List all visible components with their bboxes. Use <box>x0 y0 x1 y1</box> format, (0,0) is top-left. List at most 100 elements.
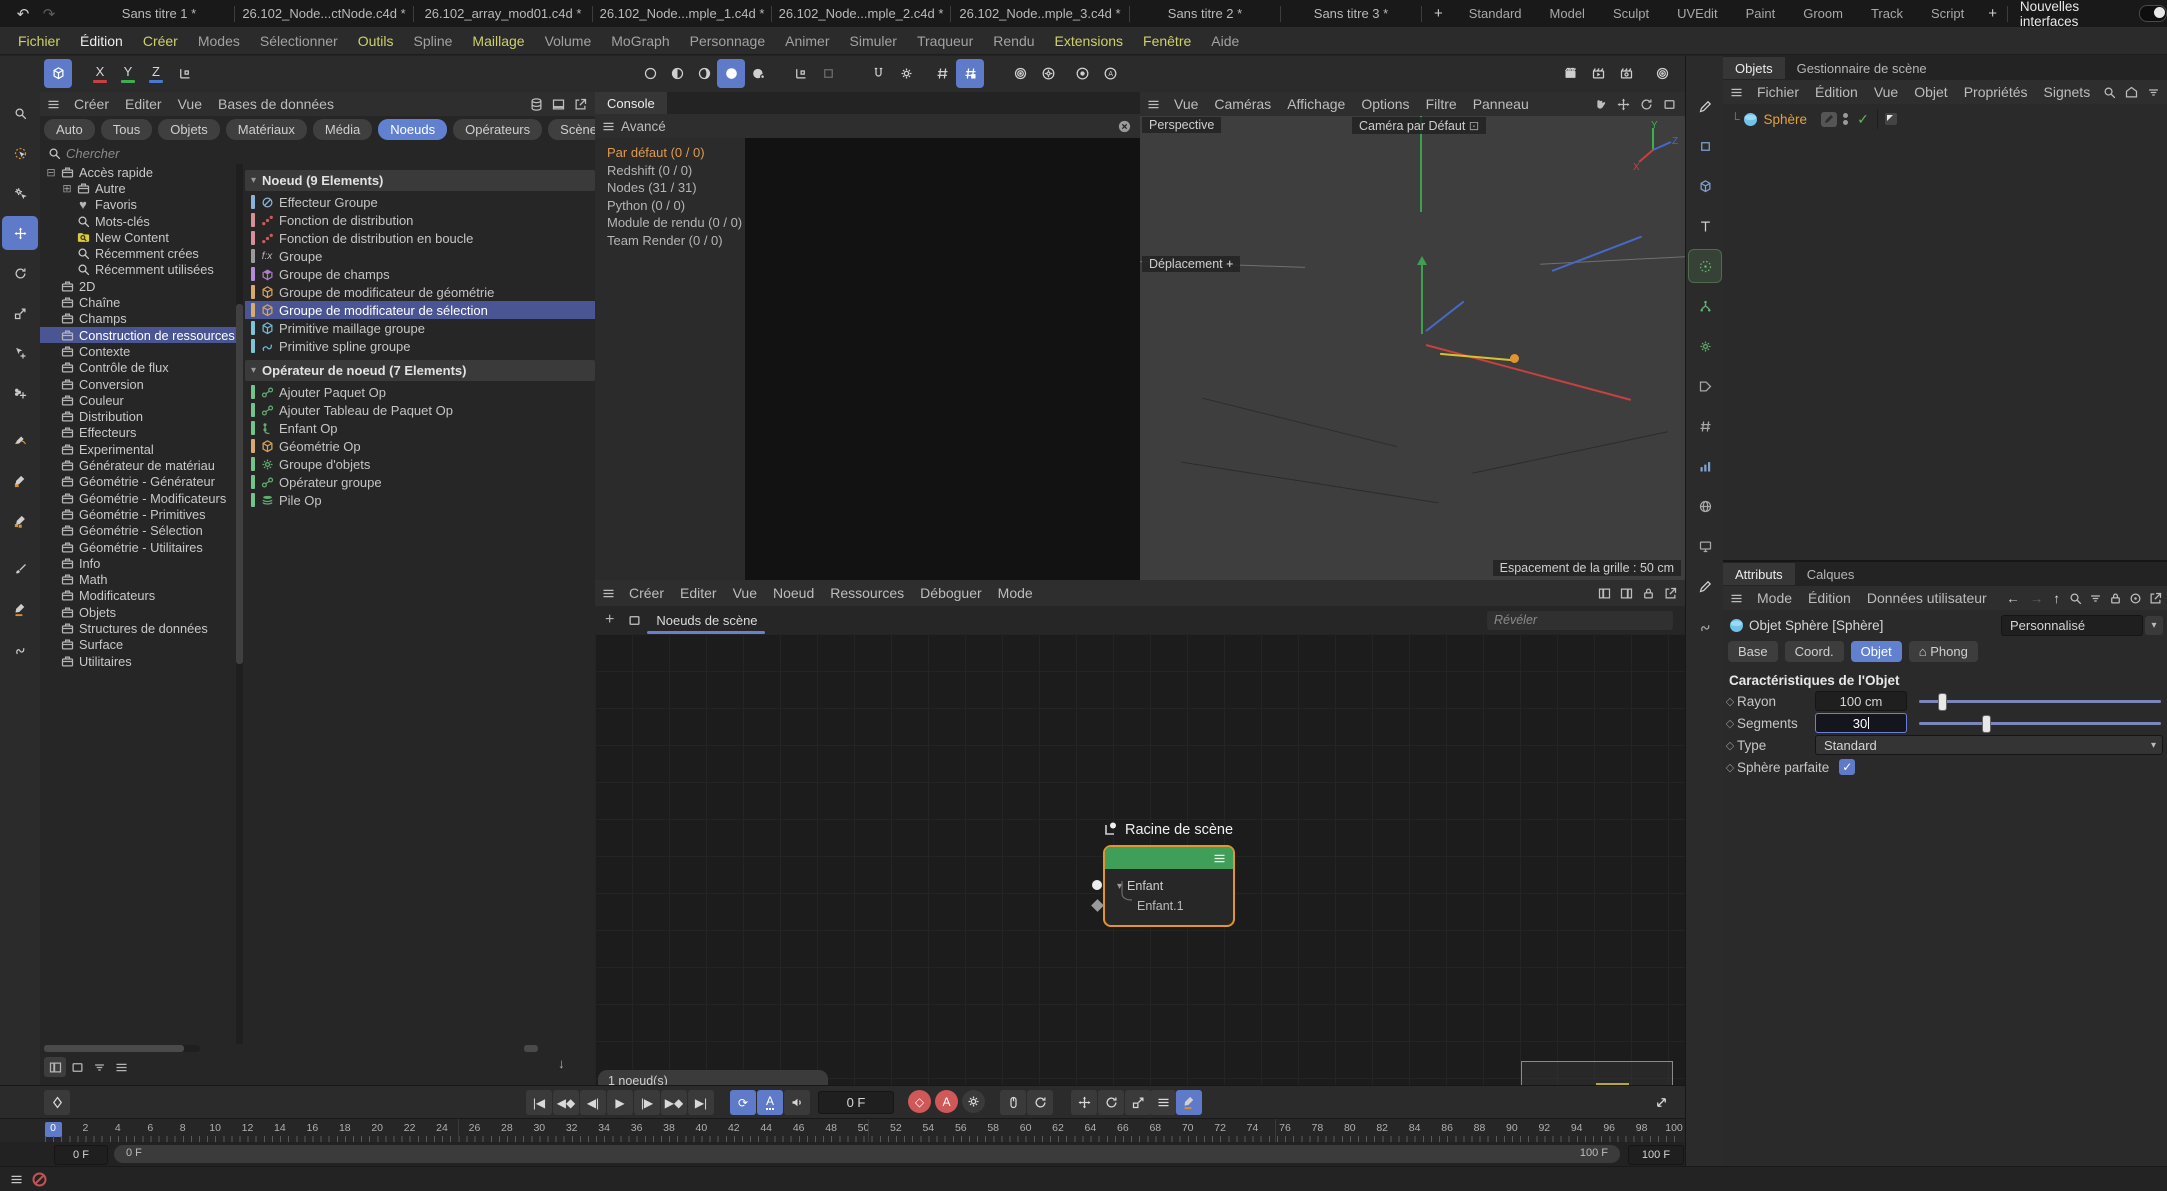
go-to-end-button[interactable]: ▶| <box>688 1090 714 1115</box>
asset-menu-editer[interactable]: Editer <box>117 96 170 112</box>
document-tab[interactable]: 26.102_Node..mple_3.c4d * <box>951 0 1129 27</box>
up-arrow-icon[interactable]: ↑ <box>2048 591 2065 606</box>
reveal-search-input[interactable]: Révéler <box>1487 611 1673 630</box>
filter-chip-tous[interactable]: Tous <box>101 119 152 140</box>
key-scale-button[interactable] <box>1125 1090 1151 1115</box>
group-header[interactable]: ▾Noeud (9 Elements) <box>245 170 595 191</box>
hamburger-icon[interactable] <box>6 1172 26 1187</box>
render-view-button[interactable] <box>1556 59 1584 88</box>
workplane-button[interactable] <box>814 59 842 88</box>
panel-right-icon[interactable] <box>1615 586 1637 601</box>
filter-chip-noeuds[interactable]: Noeuds <box>378 119 447 140</box>
asset-item[interactable]: Primitive spline groupe <box>245 337 595 355</box>
move-view-icon[interactable] <box>1612 97 1635 112</box>
coordinate-system-button[interactable] <box>170 59 198 88</box>
modeling-pen-tool-button[interactable] <box>2 504 38 538</box>
menu-édition[interactable]: Édition <box>70 33 133 49</box>
display-icon[interactable] <box>1689 530 1721 562</box>
new-window-icon[interactable] <box>624 613 644 628</box>
menu-fichier[interactable]: Fichier <box>8 33 70 49</box>
loop-playback-button[interactable]: ⟳ <box>730 1090 756 1115</box>
chart-icon[interactable] <box>1689 450 1721 482</box>
edit-pencil-icon[interactable] <box>1689 90 1721 122</box>
node-editor-menu-mode[interactable]: Mode <box>990 585 1041 601</box>
asset-menu-vue[interactable]: Vue <box>170 96 210 112</box>
layout-tab-model[interactable]: Model <box>1536 6 1599 21</box>
add-document-tab[interactable]: + <box>1422 5 1455 22</box>
cursor-move-tool-button[interactable] <box>2 336 38 370</box>
render-picture-viewer-button[interactable] <box>1584 59 1612 88</box>
tag-icon[interactable] <box>1689 370 1721 402</box>
modeling-settings-button[interactable] <box>1034 59 1062 88</box>
filter-chip-matériaux[interactable]: Matériaux <box>226 119 307 140</box>
asset-item[interactable]: Géométrie Op <box>245 437 595 455</box>
keyframe-selection-button[interactable]: A <box>757 1090 783 1115</box>
filter-icon[interactable] <box>2142 85 2164 100</box>
layout-tab-standard[interactable]: Standard <box>1455 6 1536 21</box>
asset-item[interactable]: Opérateur groupe <box>245 473 595 491</box>
om-menu-vue[interactable]: Vue <box>1866 84 1906 100</box>
hamburger-icon[interactable] <box>1140 97 1166 112</box>
key-diamond-icon[interactable]: ◇ <box>1723 761 1737 774</box>
asset-item[interactable]: Effecteur Groupe <box>245 193 595 211</box>
sort-button[interactable] <box>110 1057 132 1077</box>
node-editor-menu-editer[interactable]: Editer <box>672 585 725 601</box>
key-diamond-icon[interactable]: ◇ <box>1723 695 1737 708</box>
filter-icon[interactable] <box>2085 591 2105 606</box>
document-tab[interactable]: Sans titre 3 * <box>1281 0 1421 27</box>
menu-sélectionner[interactable]: Sélectionner <box>250 33 348 49</box>
layout-tab-groom[interactable]: Groom <box>1789 6 1857 21</box>
frame-view-icon[interactable] <box>1658 97 1681 112</box>
node-header[interactable] <box>1105 847 1233 869</box>
previous-frame-button[interactable]: ◀| <box>580 1090 606 1115</box>
asset-item[interactable]: Ajouter Tableau de Paquet Op <box>245 401 595 419</box>
popout-icon[interactable] <box>2145 591 2165 606</box>
console-channel[interactable]: Redshift (0 / 0) <box>595 162 745 180</box>
redo-icon[interactable]: ↷ <box>36 5 62 23</box>
viewport-menu-filtre[interactable]: Filtre <box>1418 96 1465 112</box>
edit-pencil-icon[interactable] <box>1821 112 1837 127</box>
brush-tool-button[interactable] <box>2 552 38 586</box>
hamburger-icon[interactable] <box>595 119 621 134</box>
filter-chip-média[interactable]: Média <box>313 119 372 140</box>
tab-objets[interactable]: Objets <box>1723 57 1785 79</box>
axis-gizmo[interactable]: Y Z X <box>1627 120 1679 172</box>
attr-menu-édition[interactable]: Édition <box>1800 590 1859 606</box>
shading-mode-2-button[interactable] <box>690 59 718 88</box>
console-channel[interactable]: Nodes (31 / 31) <box>595 179 745 197</box>
menu-extensions[interactable]: Extensions <box>1045 33 1133 49</box>
render-settings-button[interactable] <box>1612 59 1640 88</box>
axis-lock-z-button[interactable]: Z <box>142 59 170 88</box>
asset-item[interactable]: Fonction de distribution en boucle <box>245 229 595 247</box>
menu-fenêtre[interactable]: Fenêtre <box>1133 33 1201 49</box>
z-axis-line[interactable] <box>1425 301 1464 332</box>
attr-tab-coord[interactable]: Coord. <box>1785 641 1844 662</box>
node-editor-menu-vue[interactable]: Vue <box>725 585 765 601</box>
rotate-tool-button[interactable] <box>2 256 38 290</box>
asset-item[interactable]: Groupe d'objets <box>245 455 595 473</box>
menu-mograph[interactable]: MoGraph <box>601 33 679 49</box>
enabled-check-icon[interactable]: ✓ <box>1853 111 1873 128</box>
viewport-menu-affichage[interactable]: Affichage <box>1279 96 1353 112</box>
menu-outils[interactable]: Outils <box>348 33 404 49</box>
polygon-pen-tool-button[interactable] <box>2 464 38 498</box>
maximize-timeline-icon[interactable] <box>1648 1090 1674 1115</box>
menu-maillage[interactable]: Maillage <box>462 33 534 49</box>
asset-item[interactable]: Fonction de distribution <box>245 211 595 229</box>
node-menu-icon[interactable] <box>1211 851 1227 866</box>
commander-search-button[interactable] <box>2 96 38 130</box>
node-editor-menu-créer[interactable]: Créer <box>621 585 672 601</box>
asset-menu-créer[interactable]: Créer <box>66 96 117 112</box>
next-frame-button[interactable]: |▶ <box>634 1090 660 1115</box>
viewport-menu-options[interactable]: Options <box>1353 96 1417 112</box>
popout-icon[interactable] <box>1659 586 1681 601</box>
target-icon[interactable] <box>2125 591 2145 606</box>
asset-item[interactable]: Groupe de modificateur de géométrie <box>245 283 595 301</box>
add-node-tab-icon[interactable]: + <box>595 611 624 629</box>
viewport-menu-vue[interactable]: Vue <box>1166 96 1206 112</box>
om-menu-édition[interactable]: Édition <box>1807 84 1866 100</box>
range-slider[interactable]: 0 F 100 F <box>114 1145 1620 1163</box>
layout-tab-uvedit[interactable]: UVEdit <box>1663 6 1731 21</box>
menu-personnage[interactable]: Personnage <box>680 33 776 49</box>
attr-tab-base[interactable]: Base <box>1728 641 1778 662</box>
